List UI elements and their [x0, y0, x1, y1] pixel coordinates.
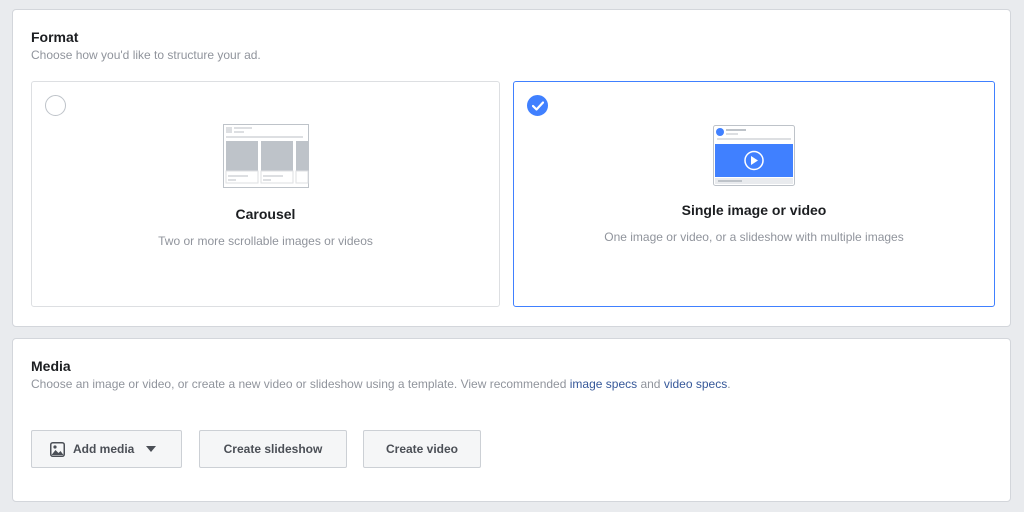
- carousel-title: Carousel: [235, 206, 296, 222]
- carousel-radio[interactable]: [45, 95, 66, 116]
- single-image-title: Single image or video: [681, 202, 827, 218]
- create-slideshow-button[interactable]: Create slideshow: [199, 430, 347, 468]
- create-video-button[interactable]: Create video: [363, 430, 481, 468]
- format-description: Choose how you'd like to structure your …: [31, 48, 261, 62]
- format-option-carousel[interactable]: Carousel Two or more scrollable images o…: [31, 81, 500, 307]
- image-specs-link[interactable]: image specs: [570, 377, 637, 391]
- format-panel: Format Choose how you'd like to structur…: [12, 9, 1011, 327]
- media-title: Media: [31, 358, 71, 374]
- format-title: Format: [31, 29, 79, 45]
- video-specs-link[interactable]: video specs: [664, 377, 727, 391]
- single-image-description: One image or video, or a slideshow with …: [604, 230, 904, 244]
- checkmark-icon: [532, 101, 544, 111]
- caret-down-icon: [146, 446, 157, 452]
- format-option-single-image-or-video[interactable]: Single image or video One image or video…: [513, 81, 995, 307]
- media-description-suffix: .: [727, 377, 731, 391]
- carousel-layout-icon: [222, 124, 309, 193]
- image-icon: [50, 441, 65, 457]
- media-description-text: Choose an image or video, or create a ne…: [31, 377, 570, 391]
- single-image-checkbox[interactable]: [527, 95, 548, 116]
- media-panel: Media Choose an image or video, or creat…: [12, 338, 1011, 502]
- media-description-and: and: [637, 377, 664, 391]
- add-media-label: Add media: [73, 442, 135, 456]
- carousel-description: Two or more scrollable images or videos: [158, 234, 373, 248]
- add-media-button[interactable]: Add media: [31, 430, 182, 468]
- media-description: Choose an image or video, or create a ne…: [31, 377, 731, 391]
- single-image-video-layout-icon: [713, 125, 795, 191]
